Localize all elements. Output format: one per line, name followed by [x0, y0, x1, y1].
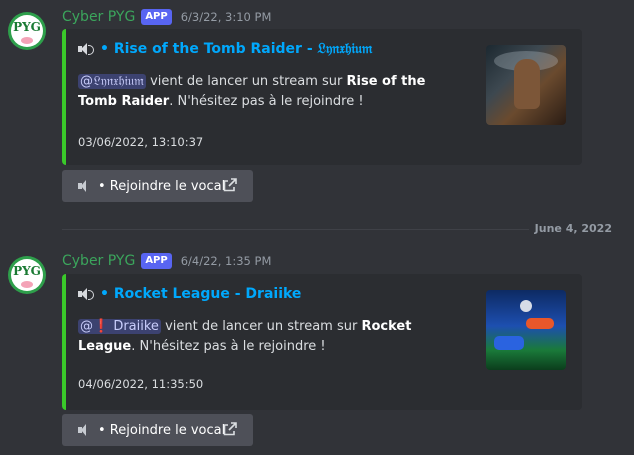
- embed-description: @❗ Draiike vient de lancer un stream sur…: [78, 319, 412, 354]
- speaker-icon: [78, 180, 92, 192]
- app-badge: APP: [141, 253, 172, 269]
- game-thumbnail[interactable]: [486, 290, 566, 370]
- embed-title[interactable]: • Rocket League - Draiike: [78, 286, 301, 302]
- bot-avatar[interactable]: PYG: [8, 12, 46, 50]
- author-name[interactable]: Cyber PYG: [62, 253, 135, 269]
- timestamp[interactable]: 6/4/22, 1:35 PM: [181, 254, 272, 268]
- speaker-icon: [78, 287, 94, 301]
- speaker-icon: [78, 424, 92, 436]
- stream-embed: • Rise of the Tomb Raider - 𝔏𝔶𝔫𝔵𝔥𝔦𝔲𝔪 @𝔏𝔶…: [62, 29, 582, 165]
- bot-avatar[interactable]: PYG: [8, 256, 46, 294]
- join-voice-button[interactable]: • Rejoindre le vocal: [62, 414, 253, 446]
- pig-icon: [21, 281, 33, 288]
- game-thumbnail[interactable]: [486, 45, 566, 125]
- embed-footer: 04/06/2022, 11:35:50: [78, 377, 204, 391]
- embed-description: @𝔏𝔶𝔫𝔵𝔥𝔦𝔲𝔪 vient de lancer un stream sur …: [78, 74, 426, 109]
- author-name[interactable]: Cyber PYG: [62, 9, 135, 25]
- date-divider: June 4, 2022: [62, 222, 634, 235]
- external-link-icon: [223, 178, 237, 192]
- pig-icon: [21, 37, 33, 44]
- join-voice-button[interactable]: • Rejoindre le vocal: [62, 170, 253, 202]
- stream-embed: • Rocket League - Draiike @❗ Draiike vie…: [62, 274, 582, 410]
- app-badge: APP: [141, 9, 172, 25]
- external-link-icon: [223, 422, 237, 436]
- speaker-icon: [78, 42, 94, 56]
- embed-title[interactable]: • Rise of the Tomb Raider - 𝔏𝔶𝔫𝔵𝔥𝔦𝔲𝔪: [78, 41, 372, 57]
- embed-footer: 03/06/2022, 13:10:37: [78, 135, 204, 149]
- timestamp[interactable]: 6/3/22, 3:10 PM: [181, 10, 272, 24]
- user-mention[interactable]: @❗ Draiike: [78, 319, 161, 334]
- user-mention[interactable]: @𝔏𝔶𝔫𝔵𝔥𝔦𝔲𝔪: [78, 74, 146, 89]
